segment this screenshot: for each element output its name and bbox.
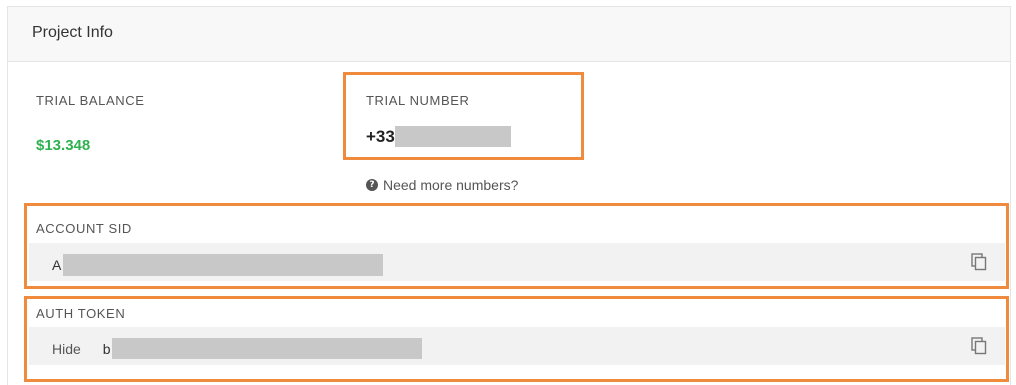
need-more-numbers-text: Need more numbers?	[383, 177, 519, 193]
auth-token-label: AUTH TOKEN	[36, 306, 126, 321]
auth-token-prefix: b	[102, 340, 111, 357]
copy-icon[interactable]	[971, 337, 987, 355]
account-sid-field[interactable]: A	[29, 243, 1005, 281]
need-more-numbers-link[interactable]: ? Need more numbers?	[366, 177, 518, 193]
auth-token-redaction	[111, 338, 422, 359]
trial-number-label: TRIAL NUMBER	[366, 93, 470, 108]
copy-icon[interactable]	[971, 253, 987, 271]
hide-token-link[interactable]: Hide	[52, 341, 81, 357]
panel-title: Project Info	[32, 24, 113, 41]
account-sid-label: ACCOUNT SID	[36, 221, 132, 236]
trial-number-redaction	[394, 126, 511, 147]
panel-header: Project Info	[8, 7, 1010, 62]
auth-token-field[interactable]: Hide b	[29, 327, 1005, 365]
trial-number-value: +33	[366, 126, 511, 147]
auth-token-value: Hide b	[52, 338, 422, 359]
trial-number-prefix: +33	[366, 126, 395, 146]
account-sid-prefix: A	[52, 257, 62, 273]
account-sid-value: A	[52, 254, 384, 276]
trial-balance-label: TRIAL BALANCE	[36, 93, 145, 108]
account-sid-redaction	[63, 254, 384, 276]
trial-balance-value: $13.348	[36, 137, 91, 154]
question-circle-icon: ?	[366, 179, 378, 191]
